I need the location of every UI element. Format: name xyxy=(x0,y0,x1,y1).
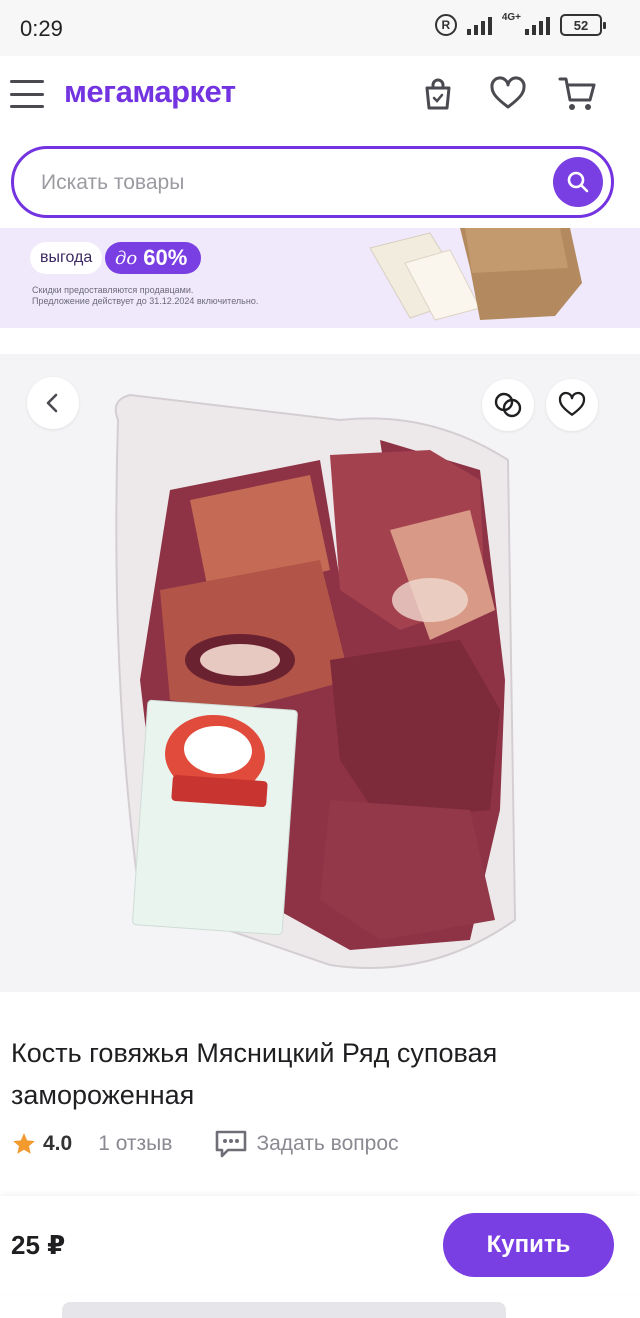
buy-button[interactable]: Купить xyxy=(443,1213,614,1277)
app-header: мегамаркет xyxy=(0,56,640,140)
chat-icon xyxy=(216,1130,247,1158)
search-bar[interactable]: Искать товары xyxy=(11,146,614,218)
bottom-sheet-handle xyxy=(62,1302,506,1318)
status-time: 0:29 xyxy=(20,16,63,41)
product-image xyxy=(114,393,517,969)
logo[interactable]: мегамаркет xyxy=(64,74,236,110)
ask-question-link[interactable]: Задать вопрос xyxy=(214,1129,399,1159)
rating-value: 4.0 xyxy=(43,1132,73,1155)
favorites-heart-icon[interactable] xyxy=(488,74,528,114)
search-icon xyxy=(567,171,589,193)
signal-icon-2 xyxy=(525,15,550,35)
cart-icon[interactable] xyxy=(558,74,598,114)
menu-icon[interactable] xyxy=(10,80,44,108)
rating-row: 4.0 1 отзыв Задать вопрос xyxy=(11,1126,399,1162)
price: 25 ₽ xyxy=(11,1230,66,1260)
search-button[interactable] xyxy=(553,157,603,207)
search-input[interactable]: Искать товары xyxy=(41,171,184,195)
network-type: 4G+ xyxy=(501,12,521,23)
product-gallery[interactable] xyxy=(0,354,640,992)
status-bar: 0:29 R 4G+ 52 xyxy=(0,0,640,56)
signal-icon xyxy=(466,15,492,35)
promo-image xyxy=(369,228,582,321)
compare-button[interactable] xyxy=(482,379,534,431)
heart-icon xyxy=(558,391,586,416)
favorite-button[interactable] xyxy=(546,379,598,431)
promo-banner[interactable]: выгода до 60% Скидки предоставляются про… xyxy=(0,228,640,328)
star-icon xyxy=(13,1133,35,1154)
product-title: Кость говяжья Мясницкий Ряд суповая замо… xyxy=(11,1038,498,1110)
promo-tag: выгода xyxy=(30,242,103,274)
promo-discount: до 60% xyxy=(105,242,202,274)
reviews-link[interactable]: 1 отзыв xyxy=(98,1132,172,1156)
compare-icon xyxy=(494,392,522,418)
chevron-left-icon xyxy=(46,393,58,413)
promo-fine-print: Скидки предоставляются продавцами. Предл… xyxy=(32,285,259,306)
battery-icon: 52 xyxy=(560,14,606,36)
back-button[interactable] xyxy=(27,377,79,429)
orders-bag-icon[interactable] xyxy=(418,74,458,114)
registered-icon: R xyxy=(434,14,457,36)
buy-bar: 25 ₽ Купить xyxy=(0,1196,640,1294)
